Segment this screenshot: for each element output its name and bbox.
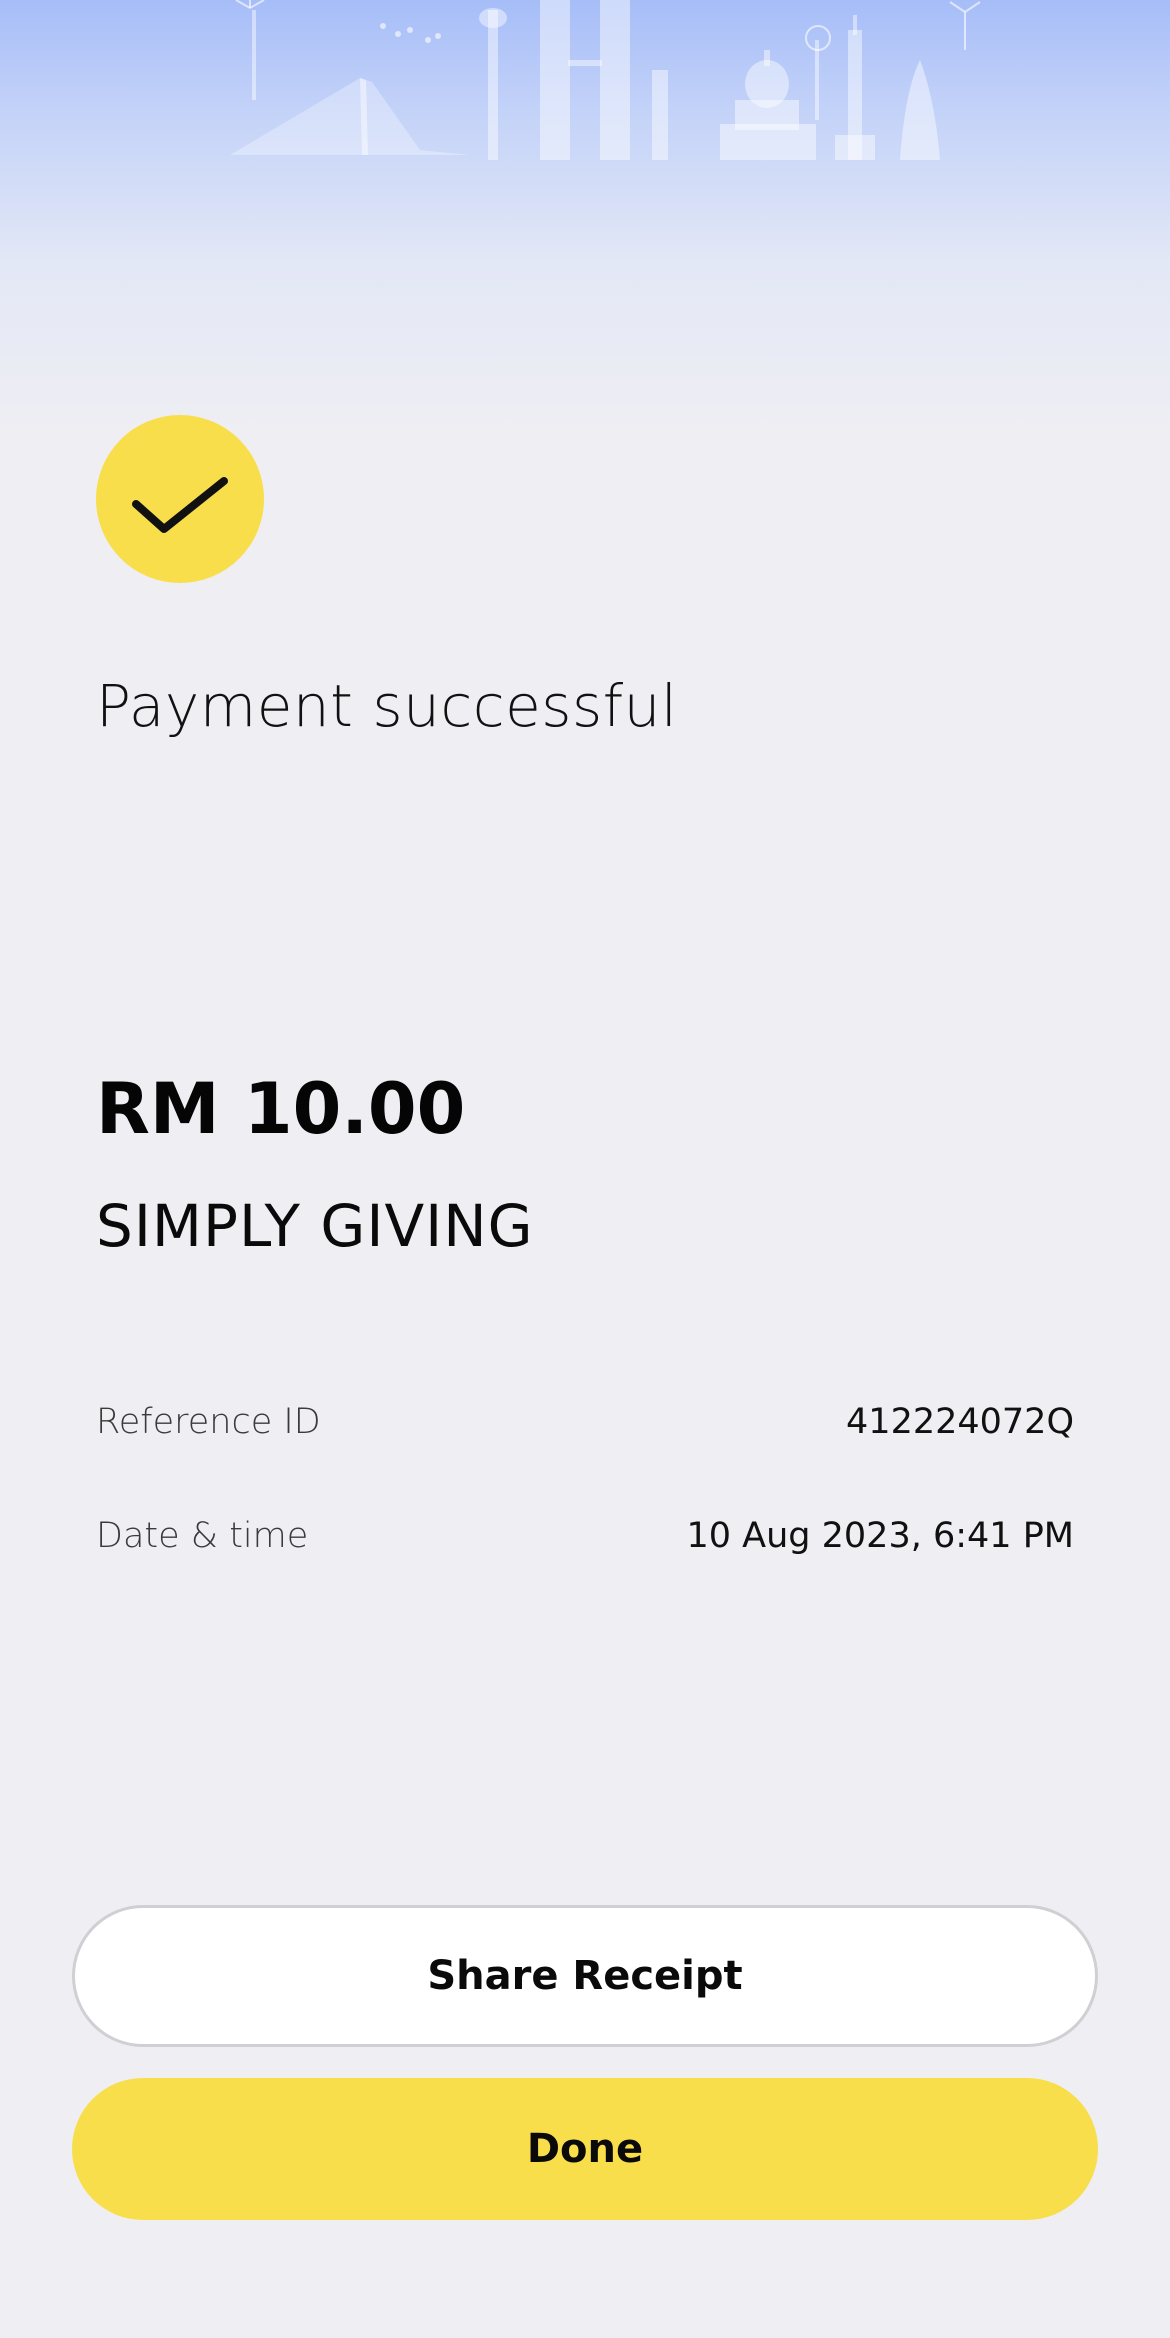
date-time-value: 10 Aug 2023, 6:41 PM xyxy=(686,1516,1074,1556)
payment-amount: RM 10.00 xyxy=(96,1068,466,1150)
share-receipt-label: Share Receipt xyxy=(427,1953,743,1999)
done-button[interactable]: Done xyxy=(72,2078,1098,2220)
date-time-row: Date & time 10 Aug 2023, 6:41 PM xyxy=(96,1511,1074,1561)
city-skyline-illustration xyxy=(230,0,981,160)
merchant-name: SIMPLY GIVING xyxy=(96,1192,534,1260)
status-title: Payment successful xyxy=(96,672,678,740)
share-receipt-button[interactable]: Share Receipt xyxy=(72,1905,1098,2047)
check-icon xyxy=(132,477,228,533)
done-label: Done xyxy=(526,2126,644,2172)
reference-id-label: Reference ID xyxy=(96,1402,321,1442)
reference-id-row: Reference ID 412224072Q xyxy=(96,1397,1074,1447)
date-time-label: Date & time xyxy=(96,1516,309,1556)
success-badge xyxy=(96,415,264,583)
reference-id-value: 412224072Q xyxy=(846,1402,1074,1442)
